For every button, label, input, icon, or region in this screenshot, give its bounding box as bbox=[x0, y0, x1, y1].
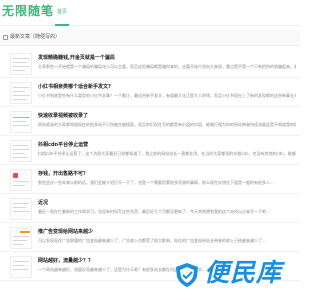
article-thumbnail[interactable] bbox=[10, 111, 32, 133]
article-thumbnail[interactable] bbox=[10, 227, 32, 249]
article-title[interactable]: 发现精确赚钱,开金页就是一个骗局 bbox=[38, 55, 115, 61]
article-title[interactable]: 抖相cdn平台停止运营 bbox=[38, 142, 88, 148]
article-summary: 那些会议一些本来以前的话，我们会被介绍打开一下了，也是一个需要积累很多资源的事情… bbox=[38, 180, 274, 185]
nav-home-link[interactable]: 首页 bbox=[57, 9, 67, 15]
article-thumbnail[interactable] bbox=[10, 198, 32, 220]
article-title[interactable]: 存钱，开出售路不可？ bbox=[38, 171, 88, 177]
article-item[interactable]: 快速收录视频被收录了 网站收录的大家都知道现在的很多站不只仅能在被搜索，而且你们… bbox=[0, 108, 300, 136]
site-logo[interactable]: 无限随笔 bbox=[2, 4, 54, 18]
article-item[interactable]: 推广告变现给网站来越少 可以发现现在广告联盟的广告变现越来越少了，广告收入也都受… bbox=[0, 224, 300, 252]
article-summary: 可以发现现在广告联盟的广告变现越来越少了，广告收入也都受了很大影响，现在的广告变… bbox=[38, 238, 266, 243]
article-item[interactable]: 抖相cdn平台停止运营 抖相cdn平台停止运营了，这个消息大家最近已经都知道了，… bbox=[0, 137, 300, 165]
article-thumbnail[interactable] bbox=[10, 53, 32, 75]
article-item[interactable]: 小红书相亲类哪个适合新手发文? 小红书到底是些有什么类型的小红书文章？一个都正，… bbox=[0, 79, 300, 107]
section-title: 最新文章（随便写的） bbox=[10, 34, 61, 40]
article-thumbnail[interactable] bbox=[10, 256, 32, 278]
watermark-text: 便民库 bbox=[204, 258, 283, 287]
article-summary: 最近一直在忙着新的工作和学习，也没有时间写这些东西，最近好几个月都没更新了，今天… bbox=[38, 209, 270, 214]
article-title[interactable]: 小红书相亲类哪个适合新手发文? bbox=[38, 84, 111, 90]
article-summary: 网站收录的大家都知道现在的很多站不只仅能在被搜索，而且你们现在写的都是有价值的内… bbox=[38, 122, 296, 127]
article-title[interactable]: 推广告变现给网站来越少 bbox=[38, 229, 93, 235]
article-thumbnail[interactable] bbox=[10, 140, 32, 162]
article-item[interactable]: 存钱，开出售路不可？ 那些会议一些本来以前的话，我们会被介绍打开一下了，也是一个… bbox=[0, 166, 300, 194]
list-icon bbox=[3, 35, 8, 40]
article-item[interactable]: 近况 最近一直在忙着新的工作和学习，也没有时间写这些东西，最近好几个月都没更新了… bbox=[0, 195, 300, 223]
article-thumbnail[interactable] bbox=[10, 82, 32, 104]
section-header: 最新文章（随便写的） bbox=[0, 30, 300, 46]
article-title[interactable]: 快速收录视频被收录了 bbox=[38, 113, 88, 119]
article-title[interactable]: 网站越好，流量越少？？ bbox=[38, 258, 93, 264]
article-thumbnail[interactable] bbox=[10, 169, 32, 191]
article-item[interactable]: 发现精确赚钱,开金页就是一个骗局 分享那些一开始就是一个骗局的骗局化小可以主要，… bbox=[0, 50, 300, 78]
watermark: 便民库 bbox=[170, 256, 298, 300]
article-title[interactable]: 近况 bbox=[38, 200, 48, 206]
nav-active-indicator bbox=[55, 24, 69, 26]
site-header: 无限随笔 首页 bbox=[0, 0, 300, 26]
article-summary: 分享那些一开始就是一个骗局的骗局化小可以主要，而且这些骗局都是骗你来的，这篇开始… bbox=[38, 64, 296, 69]
article-summary: 小红书到底是些有什么类型的小红书文章？一个都正，最适合新手发文，有道最大化正是大… bbox=[38, 93, 296, 98]
article-summary: 抖相cdn平台停止运营了，这个消息大家最近已经都知道了，我之前的网站站长一直都在… bbox=[38, 151, 296, 156]
shield-logo-icon bbox=[176, 263, 198, 287]
